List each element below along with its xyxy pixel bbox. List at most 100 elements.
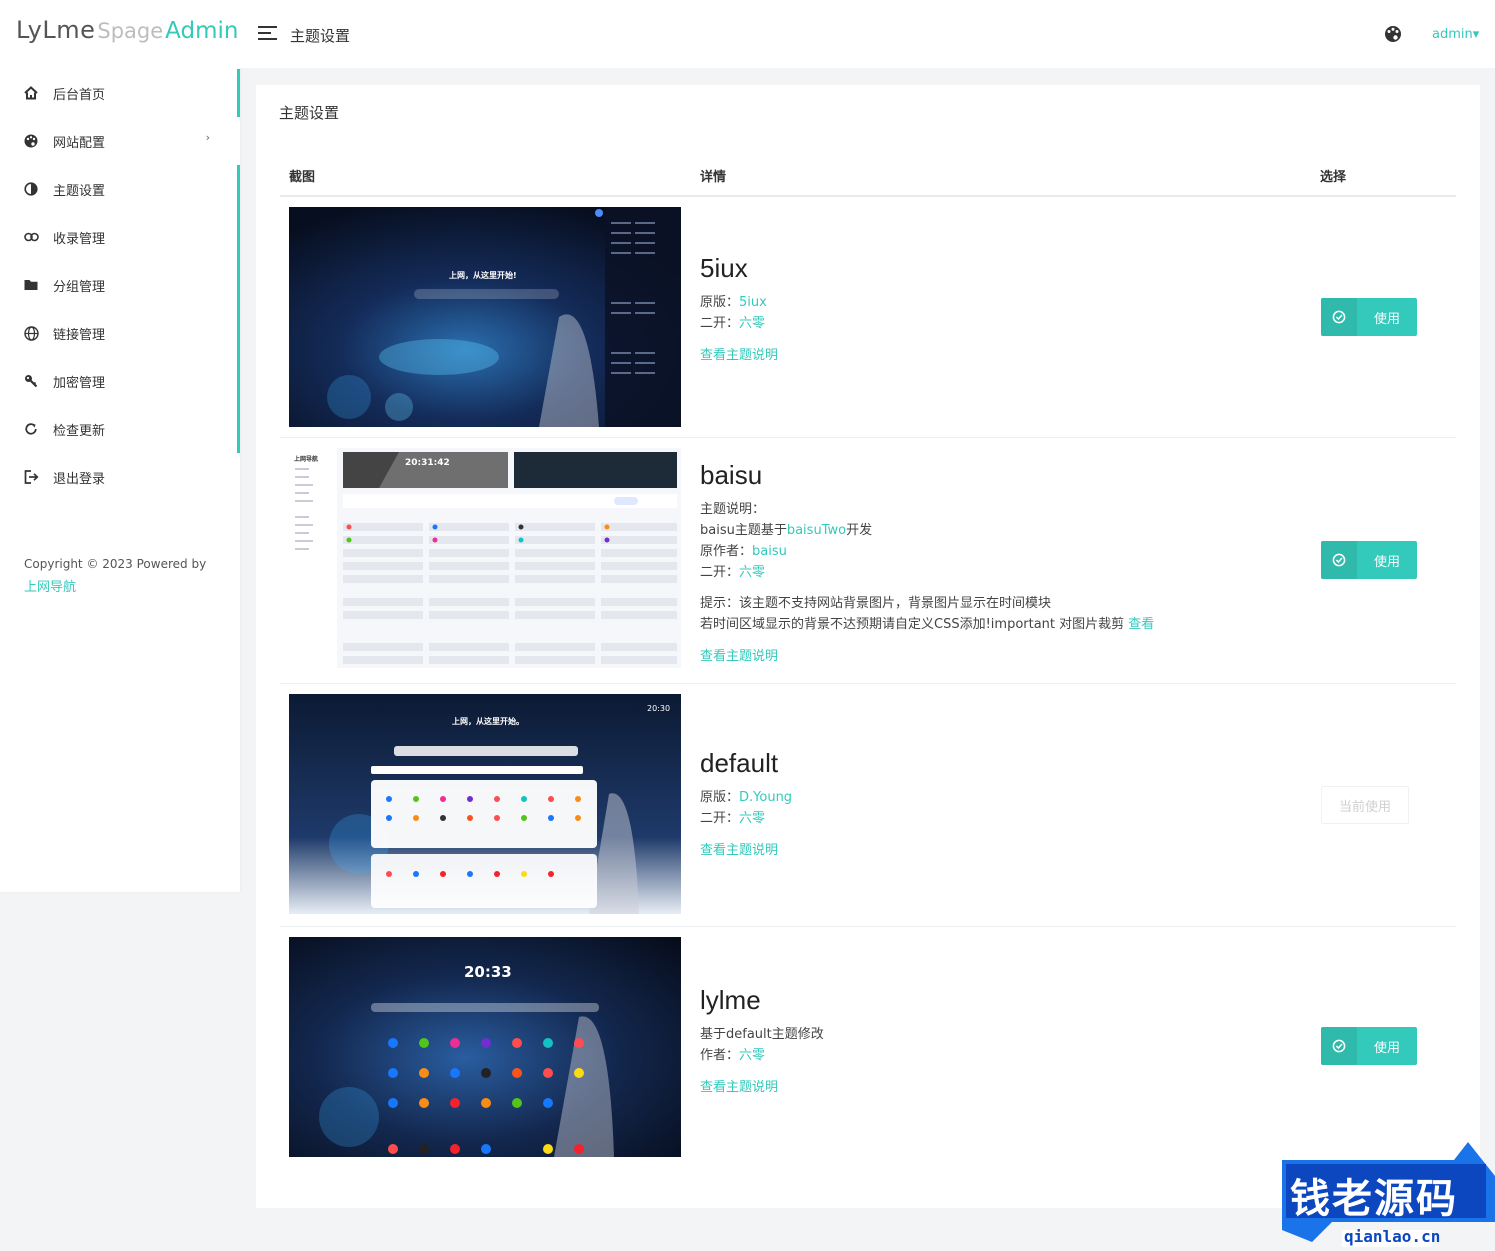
- home-icon: [22, 84, 40, 102]
- theme-screenshot: 上网，从这里开始。 20:30: [289, 694, 681, 914]
- copyright-link[interactable]: 上网导航: [24, 576, 206, 599]
- table-row: 20:31:42 上网导航 baisu 主题说明： baisu主题基于baisu…: [280, 438, 1456, 684]
- theme-details: lylme 基于default主题修改 作者：六零 查看主题说明: [700, 985, 824, 1095]
- sidebar-item-label: 检查更新: [53, 423, 106, 439]
- author-link[interactable]: baisu: [752, 544, 787, 559]
- palette-icon[interactable]: [1384, 25, 1404, 45]
- tip-view-link[interactable]: 查看: [1128, 617, 1154, 632]
- table-row: 上网，从这里开始。 20:30 default 原版：D.Young 二开：六零…: [280, 684, 1456, 927]
- sidebar: LyLmeSpageAdmin 后台首页 网站配置 › 主题设置 收录管理 分组…: [0, 0, 240, 892]
- modifier-link[interactable]: 六零: [739, 811, 765, 826]
- theme-screenshot: 上网，从这里开始!: [289, 207, 681, 427]
- theme-name: baisu: [700, 460, 763, 490]
- sidebar-item-label: 加密管理: [53, 375, 106, 391]
- sidebar-item-label: 分组管理: [53, 279, 106, 295]
- author-link[interactable]: 六零: [739, 1048, 765, 1063]
- theme-doc-link[interactable]: 查看主题说明: [700, 839, 792, 858]
- thumb-caption: 上网，从这里开始!: [449, 271, 517, 280]
- chevron-right-icon: ›: [205, 131, 210, 144]
- table-header: 截图 详情 选择: [280, 151, 1456, 197]
- sidebar-item-groups[interactable]: 分组管理: [0, 261, 240, 309]
- check-circle-icon: [1321, 541, 1357, 579]
- sidebar-item-label: 网站配置: [53, 135, 106, 151]
- sidebar-item-site-config[interactable]: 网站配置 ›: [0, 117, 240, 165]
- logo-part-3: Admin: [165, 18, 239, 44]
- theme-modifier: 二开：六零: [700, 565, 766, 580]
- base-theme-link[interactable]: baisuTwo: [787, 523, 846, 538]
- theme-doc-link[interactable]: 查看主题说明: [700, 344, 778, 363]
- sidebar-item-label: 收录管理: [53, 231, 106, 247]
- theme-desc: baisu主题基于baisuTwo开发: [700, 523, 873, 538]
- origin-link[interactable]: D.Young: [739, 790, 792, 805]
- modifier-link[interactable]: 六零: [739, 316, 765, 331]
- origin-link[interactable]: 5iux: [739, 295, 767, 310]
- theme-desc: 基于default主题修改: [700, 1027, 824, 1042]
- theme-author: 原作者：baisu: [700, 544, 787, 559]
- sidebar-item-home[interactable]: 后台首页: [0, 69, 240, 117]
- theme-name: default: [700, 748, 779, 778]
- folder-icon: [22, 276, 40, 294]
- link-icon: [22, 228, 40, 246]
- logout-icon: [22, 468, 40, 486]
- theme-author: 作者：六零: [700, 1048, 766, 1063]
- watermark: 钱老源码 qianlao.cn: [1272, 1142, 1495, 1247]
- sidebar-item-update[interactable]: 检查更新: [0, 405, 240, 453]
- use-theme-label: 使用: [1373, 1040, 1400, 1056]
- use-theme-label: 使用: [1373, 311, 1400, 327]
- sidebar-item-submissions[interactable]: 收录管理: [0, 213, 240, 261]
- app-logo[interactable]: LyLmeSpageAdmin: [16, 16, 238, 52]
- use-theme-button[interactable]: 使用: [1321, 298, 1417, 336]
- theme-desc-label: 主题说明：: [700, 502, 766, 517]
- thumb-clock: 20:30: [647, 704, 671, 713]
- globe-icon: [22, 324, 40, 342]
- theme-origin: 原版：D.Young: [700, 790, 793, 805]
- refresh-icon: [22, 420, 40, 438]
- sidebar-item-label: 退出登录: [53, 471, 106, 487]
- contrast-icon: [22, 180, 40, 198]
- check-circle-icon: [1321, 298, 1357, 336]
- theme-details: baisu 主题说明： baisu主题基于baisuTwo开发 原作者：bais…: [700, 460, 1154, 664]
- table-row: 上网，从这里开始! 5iux 原版：5iux 二开：六零 查看主题说明 使用: [280, 197, 1456, 438]
- menu-toggle-icon[interactable]: [258, 26, 277, 41]
- theme-name: 5iux: [700, 253, 748, 283]
- theme-tip: 提示：该主题不支持网站背景图片，背景图片显示在时间模块: [700, 596, 1052, 611]
- sidebar-item-theme[interactable]: 主题设置: [0, 165, 240, 213]
- theme-doc-link[interactable]: 查看主题说明: [700, 1076, 824, 1095]
- copyright: Copyright © 2023 Powered by 上网导航: [24, 553, 206, 599]
- use-theme-button[interactable]: 使用: [1321, 1027, 1417, 1065]
- theme-doc-link[interactable]: 查看主题说明: [700, 645, 1154, 664]
- modifier-link[interactable]: 六零: [739, 565, 765, 580]
- thumb-clock: 20:31:42: [405, 458, 450, 468]
- theme-details: 5iux 原版：5iux 二开：六零 查看主题说明: [700, 253, 778, 363]
- header-title: 主题设置: [290, 27, 351, 45]
- key-icon: [22, 372, 40, 390]
- user-menu[interactable]: admin▾: [1432, 27, 1479, 42]
- palette-icon: [22, 132, 40, 150]
- current-theme-button: 当前使用: [1321, 786, 1409, 824]
- use-theme-label: 使用: [1373, 554, 1400, 570]
- thumb-clock: 20:33: [464, 963, 512, 981]
- sidebar-item-encryption[interactable]: 加密管理: [0, 357, 240, 405]
- sidebar-nav: 后台首页 网站配置 › 主题设置 收录管理 分组管理 链接管理 加密管理 检查更…: [0, 69, 240, 501]
- copyright-text: Copyright © 2023 Powered by: [24, 557, 207, 571]
- use-theme-button[interactable]: 使用: [1321, 541, 1417, 579]
- watermark-title: 钱老源码: [1290, 1176, 1458, 1222]
- thumb-caption: 上网，从这里开始。: [452, 717, 524, 726]
- check-circle-icon: [1321, 1027, 1357, 1065]
- table-row: 20:33 lylme 基于default主题修改 作者：六零 查看主题说明 使…: [280, 927, 1456, 1167]
- theme-modifier: 二开：六零: [700, 316, 766, 331]
- column-header-details: 详情: [700, 170, 727, 185]
- theme-settings-card: 主题设置 截图 详情 选择 上网，从这里开始! 5iux 原版：5iux 二开：…: [256, 85, 1480, 1208]
- sidebar-item-links[interactable]: 链接管理: [0, 309, 240, 357]
- theme-details: default 原版：D.Young 二开：六零 查看主题说明: [700, 748, 792, 858]
- column-header-select: 选择: [1320, 170, 1347, 185]
- card-title: 主题设置: [279, 104, 340, 122]
- theme-table: 截图 详情 选择 上网，从这里开始! 5iux 原版：5iux 二开：六零 查看…: [280, 151, 1456, 1167]
- sidebar-item-label: 后台首页: [53, 87, 106, 103]
- sidebar-item-logout[interactable]: 退出登录: [0, 453, 240, 501]
- sidebar-item-label: 主题设置: [53, 183, 106, 199]
- logo-part-2: Spage: [97, 19, 164, 43]
- top-header: 主题设置 admin▾: [240, 0, 1495, 68]
- sidebar-item-label: 链接管理: [53, 327, 106, 343]
- column-header-screenshot: 截图: [289, 170, 316, 185]
